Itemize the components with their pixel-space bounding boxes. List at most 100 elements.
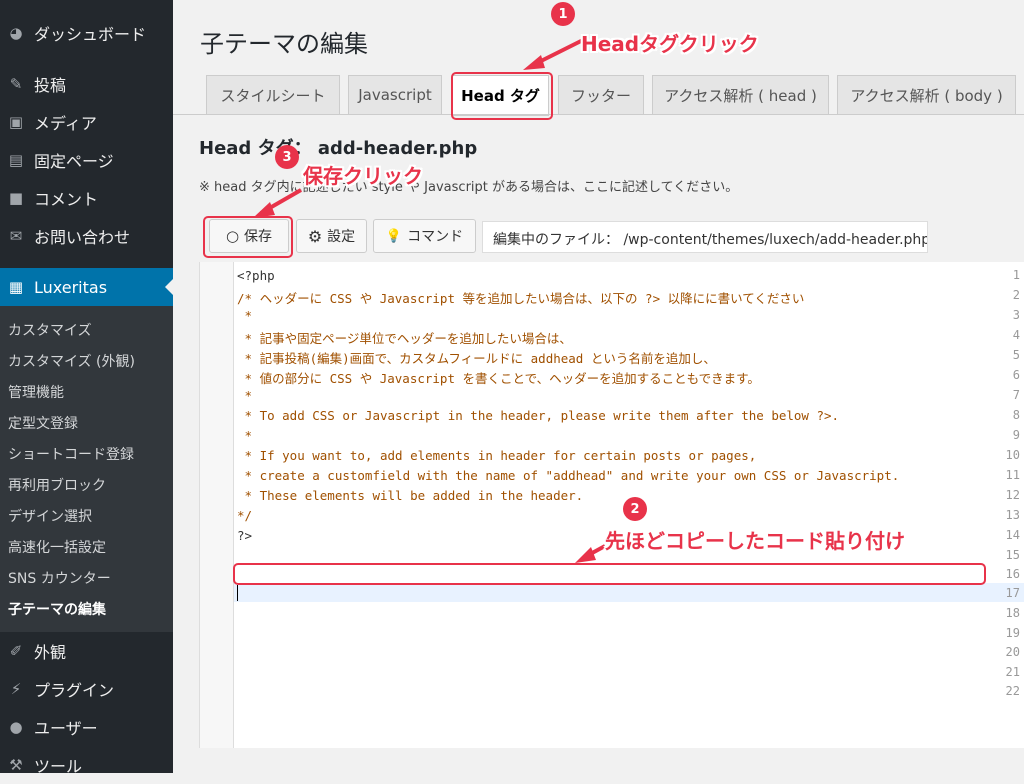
line-number: 10 xyxy=(1005,448,1020,462)
line-number: 6 xyxy=(1012,368,1020,382)
line-number: 9 xyxy=(1012,428,1020,442)
submenu-item[interactable]: 高速化一括設定 xyxy=(8,537,106,557)
tab-footer[interactable]: フッター xyxy=(558,75,644,115)
menu-label: 外観 xyxy=(34,643,67,662)
menu-label: 固定ページ xyxy=(34,152,114,171)
code-editor[interactable]: 1 2 3 4 5 6 7 8 9 10 11 12 13 14 15 16 1… xyxy=(199,262,1024,748)
lightbulb-icon: 💡 xyxy=(385,228,403,244)
active-line xyxy=(234,583,1024,602)
line-number: 20 xyxy=(1005,645,1020,659)
line-number: 1 xyxy=(1012,268,1020,282)
notice-text: ※ head タグ内に記述したい style や Javascript がある場… xyxy=(199,180,739,195)
submenu-item[interactable]: ショートコード登録 xyxy=(8,444,134,464)
menu-posts[interactable]: ✎ 投稿 xyxy=(0,65,173,103)
code-line: <?php xyxy=(237,268,275,283)
brush-icon: ✐ xyxy=(9,642,23,660)
code-line: /* ヘッダーに CSS や Javascript 等を追加したい場合は、以下の… xyxy=(237,291,805,306)
settings-button[interactable]: ⚙ 設定 xyxy=(296,219,367,253)
code-line: * 記事投稿(編集)画面で、カスタムフィールドに addhead という名前を追… xyxy=(237,351,716,366)
annotation-badge-3: 3 xyxy=(275,145,299,169)
page-icon: ▤ xyxy=(8,151,24,169)
highlight-paste-line xyxy=(233,563,986,585)
menu-dashboard[interactable]: ◕ ダッシュボード xyxy=(0,14,173,52)
line-number: 19 xyxy=(1005,626,1020,640)
line-number: 22 xyxy=(1005,684,1020,698)
line-number: 17 xyxy=(1005,586,1020,600)
menu-label: ツール xyxy=(34,757,83,776)
line-number: 2 xyxy=(1012,288,1020,302)
line-number: 18 xyxy=(1005,606,1020,620)
command-label: コマンド xyxy=(407,229,464,245)
line-number: 16 xyxy=(1005,567,1020,581)
dashboard-icon: ◕ xyxy=(9,24,23,42)
file-path-display: 編集中のファイル： /wp-content/themes/luxech/add-… xyxy=(482,221,928,253)
menu-pages[interactable]: ▤ 固定ページ xyxy=(0,141,173,179)
line-number: 4 xyxy=(1012,328,1020,342)
text-cursor xyxy=(237,585,238,601)
line-number: 5 xyxy=(1012,348,1020,362)
annotation-text-3: 保存クリック xyxy=(303,164,423,188)
line-number: 7 xyxy=(1012,388,1020,402)
submenu-item[interactable]: デザイン選択 xyxy=(8,506,92,526)
submenu-item-current[interactable]: 子テーマの編集 xyxy=(8,599,106,619)
tab-analytics-body[interactable]: アクセス解析 ( body ) xyxy=(837,75,1016,115)
line-number: 21 xyxy=(1005,665,1020,679)
menu-comments[interactable]: ■ コメント xyxy=(0,179,173,217)
menu-users[interactable]: ● ユーザー xyxy=(0,708,173,746)
tab-analytics-head[interactable]: アクセス解析 ( head ) xyxy=(652,75,829,115)
submenu-item[interactable]: 管理機能 xyxy=(8,382,64,402)
submenu-item[interactable]: カスタマイズ xyxy=(8,320,92,340)
pin-icon: ✎ xyxy=(9,75,23,93)
line-number: 3 xyxy=(1012,308,1020,322)
menu-label: ユーザー xyxy=(34,719,98,738)
menu-media[interactable]: ▣ メディア xyxy=(0,103,173,141)
line-number: 13 xyxy=(1005,508,1020,522)
menu-appearance[interactable]: ✐ 外観 xyxy=(0,632,173,670)
line-number: 12 xyxy=(1005,488,1020,502)
menu-label: コメント xyxy=(34,190,99,209)
tab-divider xyxy=(173,114,1024,115)
code-line: * 値の部分に CSS や Javascript を書くことで、ヘッダーを追加す… xyxy=(237,371,760,386)
line-number: 8 xyxy=(1012,408,1020,422)
line-number: 11 xyxy=(1005,468,1020,482)
plugin-icon: ⚡ xyxy=(10,680,22,698)
annotation-text-1: Headタグクリック xyxy=(581,32,759,56)
menu-label: ダッシュボード xyxy=(34,25,147,44)
menu-label: 投稿 xyxy=(34,76,67,95)
menu-luxeritas[interactable]: ▦ Luxeritas xyxy=(0,268,173,306)
menu-plugins[interactable]: ⚡ プラグイン xyxy=(0,670,173,708)
luxeritas-submenu: カスタマイズ カスタマイズ (外観) 管理機能 定型文登録 ショートコード登録 … xyxy=(0,306,173,632)
wrench-icon: ⚒ xyxy=(9,756,23,774)
media-icon: ▣ xyxy=(8,113,24,131)
file-heading: Head タグ： add-header.php xyxy=(199,138,478,159)
menu-contact[interactable]: ✉ お問い合わせ xyxy=(0,217,173,255)
code-line: * xyxy=(237,388,253,403)
code-line: ?> xyxy=(237,528,253,543)
code-line: * If you want to, add elements in header… xyxy=(237,448,757,463)
code-line: * To add CSS or Javascript in the header… xyxy=(237,408,840,423)
submenu-item[interactable]: カスタマイズ (外観) xyxy=(8,351,135,371)
submenu-item[interactable]: 定型文登録 xyxy=(8,413,78,433)
annotation-badge-2: 2 xyxy=(623,497,647,521)
code-line: * create a customfield with the name of … xyxy=(237,468,900,483)
tab-stylesheet[interactable]: スタイルシート xyxy=(206,75,340,115)
line-number: 15 xyxy=(1005,548,1020,562)
grid-icon: ▦ xyxy=(8,278,24,296)
submenu-item[interactable]: 再利用ブロック xyxy=(8,475,106,495)
highlight-save-button xyxy=(203,216,293,258)
menu-label: プラグイン xyxy=(34,681,115,700)
command-button[interactable]: 💡 コマンド xyxy=(373,219,476,253)
tab-javascript[interactable]: Javascript xyxy=(348,75,442,115)
annotation-text-2: 先ほどコピーしたコード貼り付け xyxy=(605,529,905,553)
menu-tools[interactable]: ⚒ ツール xyxy=(0,746,173,784)
user-icon: ● xyxy=(9,718,23,736)
main-content: 子テーマの編集 スタイルシート Javascript Head タグ フッター … xyxy=(173,0,1024,773)
submenu-item[interactable]: SNS カウンター xyxy=(8,568,111,588)
code-line: * 記事や固定ページ単位でヘッダーを追加したい場合は、 xyxy=(237,331,572,346)
code-line: * These elements will be added in the he… xyxy=(237,488,584,503)
code-line: * xyxy=(237,428,253,443)
menu-label: メディア xyxy=(34,114,97,133)
mail-icon: ✉ xyxy=(9,227,23,245)
comment-icon: ■ xyxy=(8,189,24,207)
menu-label: お問い合わせ xyxy=(34,228,131,247)
